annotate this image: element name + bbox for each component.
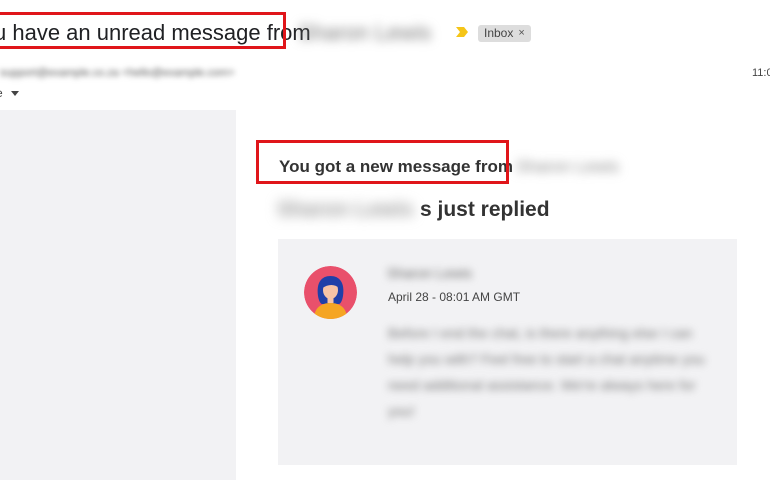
email-left-panel bbox=[0, 110, 236, 480]
inbox-label-text: Inbox bbox=[484, 26, 514, 40]
recipient-details[interactable]: e bbox=[0, 86, 3, 100]
email-subject-redacted: Sharon Lewis bbox=[298, 20, 432, 45]
importance-marker-icon[interactable] bbox=[454, 24, 470, 40]
message-heading-redacted: Sharon Lewis bbox=[516, 157, 620, 176]
chevron-down-icon[interactable] bbox=[11, 91, 19, 96]
email-time: 11:0 bbox=[752, 67, 770, 79]
agent-name-redacted: Sharon Lewis bbox=[387, 265, 472, 281]
subject-highlight-box bbox=[0, 12, 286, 49]
message-body-redacted: Before I end the chat, is there anything… bbox=[388, 325, 705, 419]
message-date: April 28 - 08:01 AM GMT bbox=[388, 290, 521, 304]
remove-label-icon[interactable]: × bbox=[518, 25, 524, 42]
sender-address: support@example.co.za <hello@example.com… bbox=[0, 67, 235, 79]
replied-name-redacted: Sharon Lewis bbox=[277, 198, 414, 221]
agent-avatar bbox=[304, 266, 357, 319]
replied-heading: s just replied bbox=[420, 198, 550, 221]
inbox-label-chip: Inbox × bbox=[478, 25, 531, 42]
heading-highlight-box bbox=[256, 140, 509, 184]
